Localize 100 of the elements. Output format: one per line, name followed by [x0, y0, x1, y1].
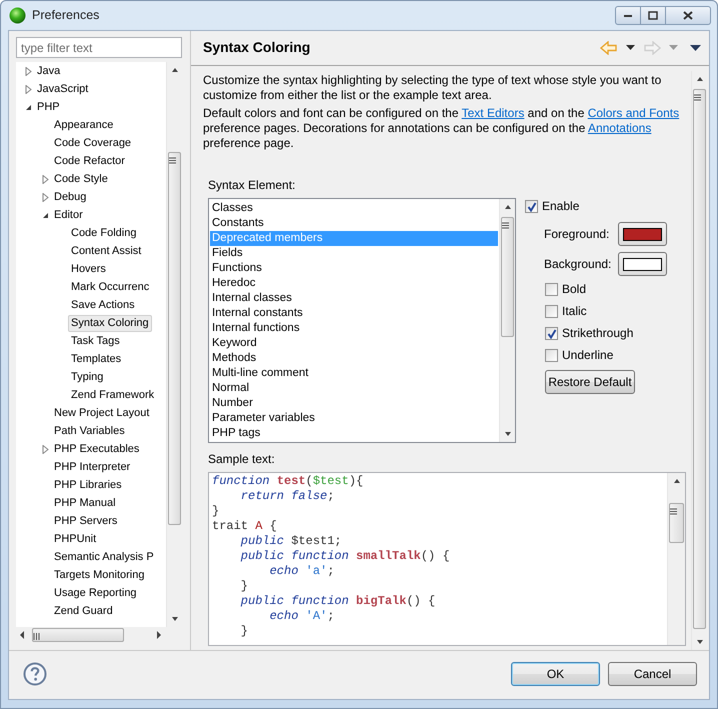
list-item[interactable]: Fields	[210, 246, 498, 261]
tree-item[interactable]: Editor	[51, 206, 86, 224]
color-label: Background:	[544, 256, 612, 272]
tree-item[interactable]: Save Actions	[68, 296, 138, 314]
list-item[interactable]: Parameter variables	[210, 411, 498, 426]
list-item[interactable]: Constants	[210, 216, 498, 231]
tree-item[interactable]: Hovers	[68, 260, 109, 278]
list-item[interactable]: Functions	[210, 261, 498, 276]
tree-item[interactable]: Syntax Coloring	[68, 314, 152, 332]
description-text: Customize the syntax highlighting by selecting the type of text whose style you want to customize from either the list or the example text area.	[203, 73, 662, 103]
list-item[interactable]: Multi-line comment	[210, 366, 498, 381]
page-title: Syntax Coloring	[203, 39, 312, 57]
scroll-thumb[interactable]	[32, 628, 124, 642]
tree-item[interactable]: New Project Layout	[51, 404, 152, 422]
color-label: Foreground:	[544, 226, 610, 242]
dialog-button[interactable]: Cancel	[608, 662, 697, 686]
scroll-thumb[interactable]	[501, 217, 514, 337]
color-button[interactable]	[618, 252, 667, 276]
tree-item[interactable]: PHP Executables	[51, 440, 142, 458]
tree-item[interactable]: Templates	[68, 350, 124, 368]
code-line: trait A {	[212, 519, 278, 534]
syntax-element-list[interactable]: Classes Constants Deprecated members Fields Functions Heredoc Internal classes Internal constants Internal functions Keyword Methods Multi-line comment Normal Number Parameter variables PHP tags	[208, 198, 516, 443]
checkbox[interactable]	[525, 200, 538, 213]
tree-item[interactable]: Zend Framework	[68, 386, 158, 404]
tree-item[interactable]: Code Folding	[68, 224, 140, 242]
checkbox[interactable]	[545, 349, 558, 362]
section-label: Sample text:	[208, 452, 276, 467]
tree-item[interactable]: Zend Guard	[51, 602, 116, 620]
list-item[interactable]: Internal functions	[210, 321, 498, 336]
maximize-button[interactable]	[641, 6, 666, 25]
link[interactable]: Annotations	[588, 121, 652, 135]
list-item[interactable]: Classes	[210, 201, 498, 216]
minimize-button[interactable]	[615, 6, 641, 25]
checkbox-label[interactable]: Bold	[562, 282, 586, 297]
tree-item[interactable]: PHPUnit	[51, 530, 100, 548]
checkbox-label[interactable]: Italic	[562, 304, 587, 319]
checkbox-label[interactable]: Underline	[562, 348, 614, 363]
code-line: public $test1;	[240, 534, 343, 549]
link[interactable]: Colors and Fonts	[588, 106, 680, 120]
dialog-button[interactable]: OK	[511, 662, 600, 686]
scrollbar[interactable]	[667, 473, 685, 645]
scroll-thumb[interactable]	[669, 503, 684, 543]
list-item[interactable]: Internal classes	[210, 291, 498, 306]
restore-default-button[interactable]: Restore Default	[545, 370, 635, 394]
tree-item[interactable]: PHP Manual	[51, 494, 119, 512]
filter-field[interactable]: type filter text	[16, 37, 182, 58]
checkbox-label[interactable]: Strikethrough	[562, 326, 634, 341]
dropdown-button[interactable]	[626, 45, 635, 51]
checkbox[interactable]	[545, 283, 558, 296]
minimize-icon	[623, 14, 633, 18]
list-item[interactable]: Number	[210, 396, 498, 411]
scrollbar[interactable]	[499, 199, 515, 442]
list-item[interactable]: Internal constants	[210, 306, 498, 321]
tree-item[interactable]: PHP Servers	[51, 512, 120, 530]
tree-item[interactable]: Path Variables	[51, 422, 128, 440]
tree-item[interactable]: Targets Monitoring	[51, 566, 148, 584]
list-item[interactable]: PHP tags	[210, 426, 498, 441]
tree-item[interactable]: Java	[34, 62, 64, 80]
code-line: }	[240, 624, 250, 639]
tree-item[interactable]: Content Assist	[68, 242, 144, 260]
color-button[interactable]	[618, 222, 667, 246]
tree-item[interactable]: Code Coverage	[51, 134, 134, 152]
back-button[interactable]	[600, 41, 618, 55]
link[interactable]: Text Editors	[462, 106, 524, 120]
tree-item[interactable]: Semantic Analysis P	[51, 548, 157, 566]
scrollbar[interactable]	[691, 71, 707, 650]
checkbox[interactable]	[545, 327, 558, 340]
sample-text-area[interactable]: function test($test){ return false; } trait A { public $test1; public function smallTalk() { echo 'a'; } public function bigTalk() { echo 'A'; }	[208, 472, 686, 646]
scroll-right-icon	[156, 630, 162, 640]
code-line: function test($test){	[212, 474, 364, 489]
list-item[interactable]: Methods	[210, 351, 498, 366]
tree-item[interactable]: Typing	[68, 368, 106, 386]
tree-item[interactable]: Code Style	[51, 170, 111, 188]
scroll-thumb[interactable]	[168, 152, 181, 525]
tree-item[interactable]: PHP Libraries	[51, 476, 125, 494]
list-item[interactable]: Heredoc	[210, 276, 498, 291]
app-icon	[9, 7, 26, 24]
code-line: public function smallTalk() {	[240, 549, 451, 564]
tree-item[interactable]: PHP	[34, 98, 63, 116]
close-button[interactable]	[666, 6, 711, 25]
grip-icon	[169, 157, 176, 164]
scroll-thumb[interactable]	[693, 89, 706, 629]
tree-item[interactable]: PHP Interpreter	[51, 458, 134, 476]
tree-item[interactable]: Debug	[51, 188, 90, 206]
tree-item[interactable]: Appearance	[51, 116, 116, 134]
list-item[interactable]: Normal	[210, 381, 498, 396]
tree-item[interactable]: JavaScript	[34, 80, 92, 98]
checkbox-label[interactable]: Enable	[542, 199, 580, 214]
tree-item[interactable]: Code Refactor	[51, 152, 128, 170]
checkbox[interactable]	[545, 305, 558, 318]
grip-icon	[694, 94, 701, 102]
grip-icon	[502, 222, 509, 230]
menu-button[interactable]	[690, 44, 701, 52]
tree-item[interactable]: Usage Reporting	[51, 584, 140, 602]
code-line: echo 'a';	[268, 564, 336, 579]
grip-icon	[670, 508, 677, 516]
list-item[interactable]: Keyword	[210, 336, 498, 351]
tree-item[interactable]: Mark Occurrenc	[68, 278, 152, 296]
tree-item[interactable]: Task Tags	[68, 332, 123, 350]
help-icon[interactable]	[23, 662, 47, 686]
